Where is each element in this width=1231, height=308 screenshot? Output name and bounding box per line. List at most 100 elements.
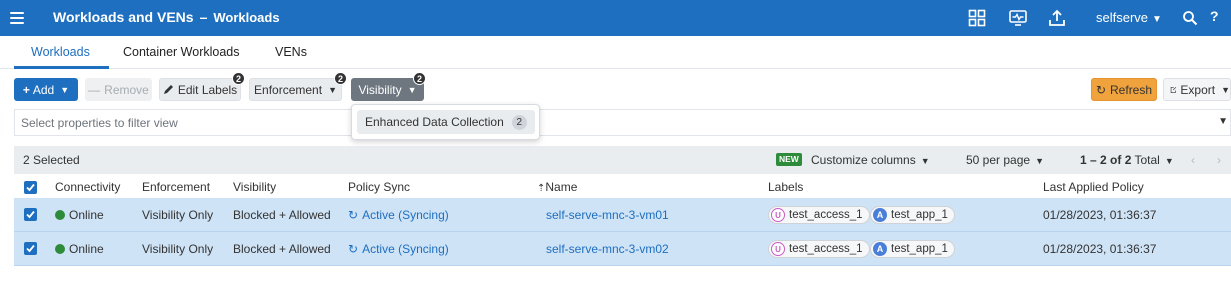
workload-name-link[interactable]: self-serve-mnc-3-vm01	[546, 208, 669, 222]
select-all-checkbox[interactable]	[24, 181, 37, 194]
new-badge: NEW	[776, 153, 802, 166]
label-chip[interactable]: Atest_app_1	[870, 240, 955, 258]
menu-item-label: Enhanced Data Collection	[365, 115, 504, 129]
help-icon[interactable]: ?	[1210, 8, 1219, 24]
export-label: Export	[1180, 82, 1216, 97]
menu-item-enhanced-data-collection[interactable]: Enhanced Data Collection 2	[357, 110, 535, 134]
refresh-button[interactable]: ↻ Refresh	[1091, 78, 1157, 101]
export-button[interactable]: Export ▼	[1163, 78, 1231, 101]
connectivity-cell: Online	[55, 208, 104, 222]
label-chip-text: test_app_1	[891, 243, 948, 255]
label-chip-text: test_access_1	[789, 209, 863, 221]
column-header-last-applied-policy[interactable]: Last Applied Policy	[1043, 180, 1144, 194]
chevron-down-icon: ▼	[407, 84, 417, 95]
active-tab-indicator	[14, 66, 109, 69]
sync-icon: ↻	[348, 242, 359, 256]
column-header-name[interactable]: ⇡Name	[537, 180, 577, 194]
selected-count: 2 Selected	[23, 153, 80, 167]
last-applied-policy-cell: 01/28/2023, 01:36:37	[1043, 242, 1157, 256]
page-subtitle: Workloads	[213, 10, 280, 25]
upload-icon[interactable]	[1047, 8, 1067, 28]
visibility-label: Visibility	[358, 82, 402, 97]
tab-container-workloads[interactable]: Container Workloads	[123, 45, 240, 59]
customize-columns-button[interactable]: Customize columns ▼	[811, 153, 930, 167]
enforcement-count-badge: 2	[334, 72, 347, 85]
enforcement-cell: Visibility Only	[142, 242, 214, 256]
pencil-icon	[163, 85, 173, 94]
column-header-name-label: Name	[545, 180, 578, 194]
tab-bar: Workloads Container Workloads VENs	[0, 36, 1231, 69]
table-row[interactable]: Online Visibility Only Blocked + Allowed…	[14, 232, 1231, 266]
tab-workloads[interactable]: Workloads	[31, 45, 90, 59]
sync-icon: ↻	[348, 208, 359, 222]
minus-icon: —	[88, 82, 101, 97]
filter-bar: ▼	[14, 109, 1231, 136]
label-chip[interactable]: Utest_access_1	[768, 206, 870, 224]
chevron-down-icon: ▼	[60, 84, 70, 95]
column-header-labels[interactable]: Labels	[768, 180, 803, 194]
online-status-icon	[55, 244, 65, 254]
enforcement-label: Enforcement	[254, 82, 323, 97]
app-label-icon: A	[873, 242, 887, 256]
refresh-icon: ↻	[1095, 82, 1107, 97]
menu-item-count: 2	[511, 114, 527, 130]
row-checkbox[interactable]	[24, 242, 37, 255]
chevron-down-icon[interactable]: ▼	[1218, 116, 1228, 127]
edit-labels-count-badge: 2	[232, 72, 245, 85]
app-title: Workloads and VENs	[53, 9, 194, 25]
chevron-down-icon: ▼	[1035, 156, 1044, 166]
per-page-label: 50 per page	[966, 153, 1031, 167]
monitor-icon[interactable]	[1008, 8, 1028, 28]
user-label-icon: U	[771, 208, 785, 222]
range-suffix: Total	[1131, 153, 1160, 167]
customize-columns-label: Customize columns	[811, 153, 916, 167]
connectivity-cell: Online	[55, 242, 104, 256]
enforcement-button[interactable]: Enforcement ▼	[249, 78, 342, 101]
top-bar: Workloads and VENs – Workloads selfserve ▼ …	[0, 0, 1231, 36]
selection-bar: 2 Selected NEW Customize columns ▼ 50 per…	[14, 146, 1231, 174]
pagination-range[interactable]: 1 – 2 of 2 Total ▼	[1080, 153, 1174, 167]
next-page-icon[interactable]: ›	[1217, 153, 1221, 167]
column-header-visibility[interactable]: Visibility	[233, 180, 276, 194]
per-page-select[interactable]: 50 per page ▼	[966, 153, 1044, 167]
row-checkbox[interactable]	[24, 208, 37, 221]
chevron-down-icon: ▼	[1221, 84, 1230, 95]
remove-label: Remove	[104, 82, 149, 97]
remove-button[interactable]: — Remove	[85, 78, 152, 101]
edit-labels-button[interactable]: Edit Labels	[159, 78, 241, 101]
plus-icon: +	[22, 82, 30, 97]
dashboard-icon[interactable]	[967, 8, 987, 28]
prev-page-icon[interactable]: ‹	[1191, 153, 1195, 167]
chevron-down-icon: ▼	[1164, 156, 1174, 166]
enforcement-cell: Visibility Only	[142, 208, 214, 222]
search-icon[interactable]	[1182, 10, 1198, 26]
visibility-count-badge: 2	[413, 72, 426, 85]
refresh-label: Refresh	[1110, 82, 1153, 97]
column-header-policy-sync[interactable]: Policy Sync	[348, 180, 410, 194]
filter-input[interactable]	[21, 115, 321, 131]
user-label-icon: U	[771, 242, 785, 256]
table-row[interactable]: Online Visibility Only Blocked + Allowed…	[14, 198, 1231, 232]
label-chip[interactable]: Atest_app_1	[870, 206, 955, 224]
menu-icon[interactable]	[10, 9, 24, 27]
add-button[interactable]: + Add ▼	[14, 78, 78, 101]
column-header-connectivity[interactable]: Connectivity	[55, 180, 120, 194]
check-icon	[26, 244, 35, 253]
label-chip[interactable]: Utest_access_1	[768, 240, 870, 258]
chevron-down-icon: ▼	[328, 84, 337, 95]
policy-sync-cell[interactable]: ↻ Active (Syncing)	[348, 242, 449, 256]
connectivity-value: Online	[69, 242, 104, 256]
page-title: Workloads and VENs – Workloads	[53, 9, 280, 25]
policy-sync-cell[interactable]: ↻ Active (Syncing)	[348, 208, 449, 222]
check-icon	[26, 183, 35, 192]
workload-name-link[interactable]: self-serve-mnc-3-vm02	[546, 242, 669, 256]
add-label: Add	[32, 82, 55, 97]
visibility-dropdown-menu: Enhanced Data Collection 2	[351, 104, 540, 140]
app-label-icon: A	[873, 208, 887, 222]
column-header-enforcement[interactable]: Enforcement	[142, 180, 210, 194]
visibility-cell: Blocked + Allowed	[233, 208, 331, 222]
tab-vens[interactable]: VENs	[275, 45, 307, 59]
range-prefix: 1 – 2 of	[1080, 153, 1125, 167]
user-menu[interactable]: selfserve ▼	[1096, 10, 1162, 25]
edit-labels-label: Edit Labels	[177, 82, 238, 97]
